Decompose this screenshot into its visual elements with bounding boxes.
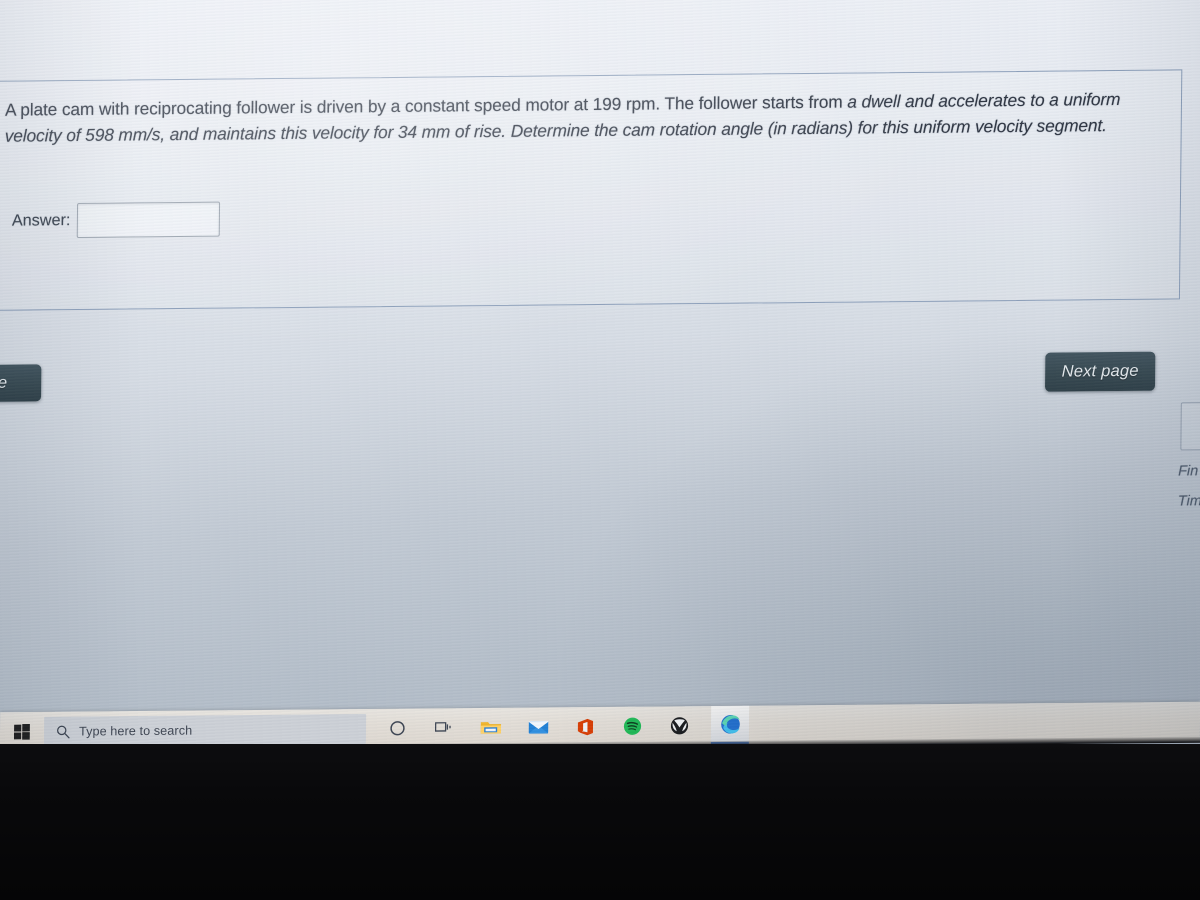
- cortana-icon[interactable]: [382, 712, 412, 744]
- question-text: A plate cam with reciprocating follower …: [5, 87, 1165, 149]
- time-left-label: Tim: [1177, 493, 1200, 510]
- search-placeholder-text: Type here to search: [78, 723, 193, 739]
- monitor-display-area: A plate cam with reciprocating follower …: [0, 0, 1200, 746]
- browser-page-content: A plate cam with reciprocating follower …: [0, 0, 1200, 706]
- file-explorer-icon[interactable]: [476, 711, 506, 743]
- windows-logo-icon: [13, 723, 30, 740]
- xbox-icon[interactable]: [664, 710, 694, 742]
- previous-page-button[interactable]: age: [0, 364, 42, 403]
- answer-input[interactable]: [77, 201, 221, 239]
- task-view-icon[interactable]: [429, 712, 459, 744]
- quiz-navigation-panel-fragment: [1180, 401, 1200, 451]
- edge-icon[interactable]: [710, 705, 750, 746]
- answer-row: Answer:: [11, 201, 221, 239]
- next-page-button[interactable]: Next page: [1044, 351, 1156, 392]
- quiz-question-box: A plate cam with reciprocating follower …: [0, 69, 1183, 311]
- photographed-screen: A plate cam with reciprocating follower …: [0, 0, 1200, 900]
- mail-icon[interactable]: [523, 711, 553, 743]
- windows-start-button[interactable]: [0, 712, 44, 746]
- spotify-icon[interactable]: [617, 710, 647, 742]
- taskbar-icon-group: [382, 705, 750, 746]
- taskbar-search-box[interactable]: Type here to search: [43, 713, 367, 746]
- question-text-segment-1: A plate cam with reciprocating follower …: [4, 91, 848, 120]
- search-icon: [57, 725, 70, 738]
- finish-attempt-link[interactable]: Fin: [1178, 463, 1198, 479]
- answer-label: Answer:: [11, 211, 71, 230]
- offscreen-dark-area: [0, 744, 1200, 900]
- office-icon[interactable]: [570, 710, 600, 742]
